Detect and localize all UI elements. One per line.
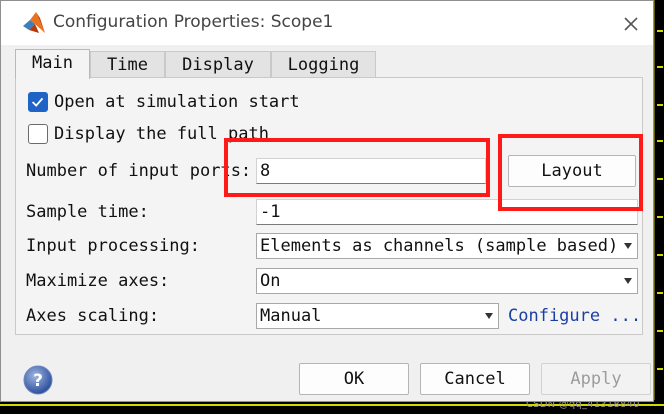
open-at-start-checkbox[interactable] [28, 92, 48, 112]
title-bar[interactable]: Configuration Properties: Scope1 [1, 1, 653, 45]
maximize-axes-select[interactable]: On [256, 268, 638, 294]
chevron-down-icon [624, 243, 632, 249]
scope-tick [657, 368, 663, 370]
scope-tick [657, 216, 663, 218]
annotation-box-input-ports [224, 138, 490, 197]
scope-tick [657, 140, 663, 142]
scope-tick [657, 178, 663, 180]
scope-tick [657, 254, 663, 256]
scope-tick [657, 30, 663, 32]
scope-tick [657, 66, 663, 68]
ok-button[interactable]: OK [299, 363, 409, 395]
chevron-down-icon [624, 278, 632, 284]
window-title: Configuration Properties: Scope1 [53, 12, 334, 32]
configure-link[interactable]: Configure ... [508, 306, 641, 326]
chevron-down-icon [485, 313, 493, 319]
matlab-logo-icon [23, 12, 45, 33]
checkmark-icon [31, 97, 44, 107]
tab-logging[interactable]: Logging [271, 51, 376, 77]
apply-button[interactable]: Apply [541, 363, 651, 395]
sample-time-label: Sample time: [26, 202, 149, 222]
input-processing-select[interactable]: Elements as channels (sample based) [256, 233, 638, 259]
axes-scaling-select[interactable]: Manual [256, 303, 499, 329]
scope-tick [657, 104, 663, 106]
input-ports-label: Number of input ports: [26, 161, 252, 181]
input-processing-value: Elements as channels (sample based) [260, 236, 619, 256]
tab-main[interactable]: Main [15, 49, 90, 79]
tab-display[interactable]: Display [165, 51, 271, 77]
display-full-path-checkbox[interactable] [28, 124, 48, 144]
open-at-start-label[interactable]: Open at simulation start [54, 92, 300, 112]
annotation-box-layout [498, 134, 643, 211]
maximize-axes-value: On [260, 271, 281, 291]
help-icon[interactable]: ? [23, 365, 53, 395]
close-icon[interactable] [619, 12, 643, 36]
scope-tick [657, 330, 663, 332]
axes-scaling-value: Manual [260, 306, 322, 326]
cancel-button[interactable]: Cancel [420, 363, 530, 395]
axes-scaling-label: Axes scaling: [26, 306, 160, 326]
maximize-axes-label: Maximize axes: [26, 271, 170, 291]
tab-time[interactable]: Time [90, 51, 165, 77]
input-processing-label: Input processing: [26, 236, 200, 256]
svg-text:?: ? [33, 371, 43, 391]
scope-background-strip [654, 0, 664, 414]
scope-tick [657, 292, 663, 294]
